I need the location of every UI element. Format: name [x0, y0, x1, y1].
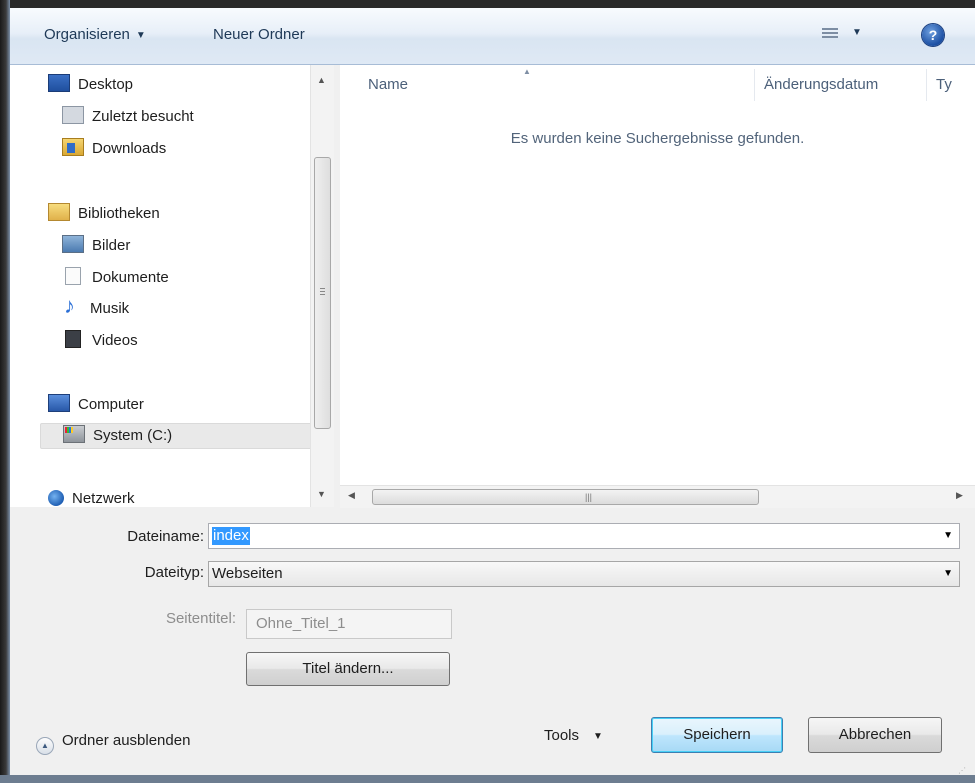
page-title-field: Ohne_Titel_1: [246, 609, 452, 639]
nav-scrollbar[interactable]: ▲ ▼: [310, 65, 334, 507]
filetype-select[interactable]: Webseiten ▼: [208, 561, 960, 587]
nav-item-downloads[interactable]: Downloads: [62, 137, 166, 161]
nav-scroll-thumb[interactable]: [314, 157, 331, 429]
filename-input[interactable]: index: [212, 527, 250, 545]
sort-ascending-icon: ▲: [523, 67, 531, 76]
libraries-icon: [48, 203, 70, 221]
nav-item-computer[interactable]: Computer: [48, 393, 144, 417]
hide-folders-label: Ordner ausblenden: [62, 732, 191, 749]
nav-item-label: Dokumente: [92, 269, 169, 286]
nav-item-pictures[interactable]: Bilder: [62, 234, 130, 258]
chevron-down-icon[interactable]: ▼: [943, 530, 953, 541]
page-title-value: Ohne_Titel_1: [256, 615, 346, 632]
nav-item-videos[interactable]: Videos: [62, 329, 138, 353]
new-folder-button[interactable]: Neuer Ordner: [213, 24, 305, 46]
music-icon: [64, 294, 79, 318]
column-header-type[interactable]: Ty: [936, 65, 952, 105]
nav-item-desktop[interactable]: Desktop: [48, 73, 133, 97]
organize-label: Organisieren: [44, 26, 130, 43]
cancel-button[interactable]: Abbrechen: [808, 717, 942, 753]
hide-folders-button[interactable]: ▲ Ordner ausblenden: [36, 730, 191, 755]
column-header-date-modified[interactable]: Änderungsdatum: [764, 65, 878, 105]
command-bar: Organisieren ▼ Neuer Ordner ▼ ?: [10, 8, 975, 65]
recent-places-icon: [62, 106, 84, 124]
nav-item-label: Musik: [90, 300, 130, 317]
navigation-pane: Desktop Zuletzt besucht Downloads Biblio…: [10, 65, 333, 507]
chevron-down-icon[interactable]: ▼: [943, 568, 953, 579]
file-list: Name ▲ Änderungsdatum Ty Es wurden keine…: [340, 65, 975, 485]
nav-item-label: Desktop: [78, 76, 134, 93]
nav-item-recent-places[interactable]: Zuletzt besucht: [62, 105, 194, 129]
filename-label: Dateiname:: [127, 528, 204, 545]
column-divider[interactable]: [926, 69, 927, 101]
scroll-grip-icon: |||: [585, 492, 593, 502]
nav-item-label: Bilder: [92, 237, 131, 254]
pictures-icon: [62, 235, 84, 253]
nav-item-music[interactable]: Musik: [62, 294, 130, 321]
chevron-down-icon: ▼: [852, 27, 862, 38]
filename-combobox[interactable]: index ▼: [208, 523, 960, 549]
documents-icon: [65, 267, 81, 285]
nav-item-system-drive[interactable]: System (C:): [40, 423, 332, 449]
column-divider[interactable]: [754, 69, 755, 101]
tools-label: Tools: [544, 727, 580, 744]
organize-button[interactable]: Organisieren ▼: [44, 24, 146, 46]
nav-item-label: Downloads: [92, 140, 167, 157]
nav-item-documents[interactable]: Dokumente: [62, 266, 169, 290]
scroll-left-arrow-icon[interactable]: ◀: [348, 490, 355, 501]
change-view-button[interactable]: ▼: [820, 24, 864, 46]
view-options-icon: [822, 28, 838, 42]
chevron-up-icon: ▲: [36, 737, 54, 755]
save-button[interactable]: Speichern: [651, 717, 783, 753]
nav-item-libraries[interactable]: Bibliotheken: [48, 202, 160, 226]
system-drive-icon: [63, 425, 85, 443]
scroll-down-arrow-icon[interactable]: ▼: [317, 489, 326, 499]
videos-icon: [65, 330, 81, 348]
downloads-folder-icon: [62, 138, 84, 156]
nav-item-label: Bibliotheken: [78, 205, 160, 222]
scroll-right-arrow-icon[interactable]: ▶: [956, 490, 963, 501]
file-list-horizontal-scrollbar[interactable]: ◀ ||| ▶: [340, 485, 975, 508]
nav-item-label: Netzwerk: [72, 490, 135, 507]
tools-menu-button[interactable]: Tools ▼: [544, 724, 603, 748]
nav-item-network[interactable]: Netzwerk: [48, 487, 135, 511]
nav-item-label: Computer: [78, 396, 144, 413]
nav-item-label: Videos: [92, 332, 138, 349]
window-bottom-edge: [0, 775, 975, 783]
network-icon: [48, 490, 64, 506]
computer-icon: [48, 394, 70, 412]
chevron-down-icon: ▼: [135, 30, 146, 41]
change-title-button[interactable]: Titel ändern...: [246, 652, 450, 686]
horizontal-scroll-thumb[interactable]: |||: [372, 489, 759, 505]
empty-results-message: Es wurden keine Suchergebnisse gefunden.: [510, 130, 805, 147]
nav-item-label: System (C:): [93, 427, 173, 444]
filetype-label: Dateityp:: [144, 564, 204, 581]
column-header-name[interactable]: Name: [368, 65, 408, 105]
desktop-icon: [48, 74, 70, 92]
page-title-label: Seitentitel:: [165, 610, 236, 627]
scroll-up-arrow-icon[interactable]: ▲: [317, 75, 326, 85]
save-dialog: Organisieren ▼ Neuer Ordner ▼ ? Desktop Z…: [10, 8, 975, 783]
filetype-selected-value: Webseiten: [212, 565, 283, 582]
window-left-edge: [0, 0, 10, 783]
help-icon[interactable]: ?: [922, 24, 944, 46]
nav-item-label: Zuletzt besucht: [92, 108, 194, 125]
scroll-grip-icon: [320, 288, 325, 297]
resize-grip-icon[interactable]: ⋰: [958, 766, 966, 775]
chevron-down-icon: ▼: [593, 731, 603, 742]
window-top-edge: [0, 0, 975, 8]
